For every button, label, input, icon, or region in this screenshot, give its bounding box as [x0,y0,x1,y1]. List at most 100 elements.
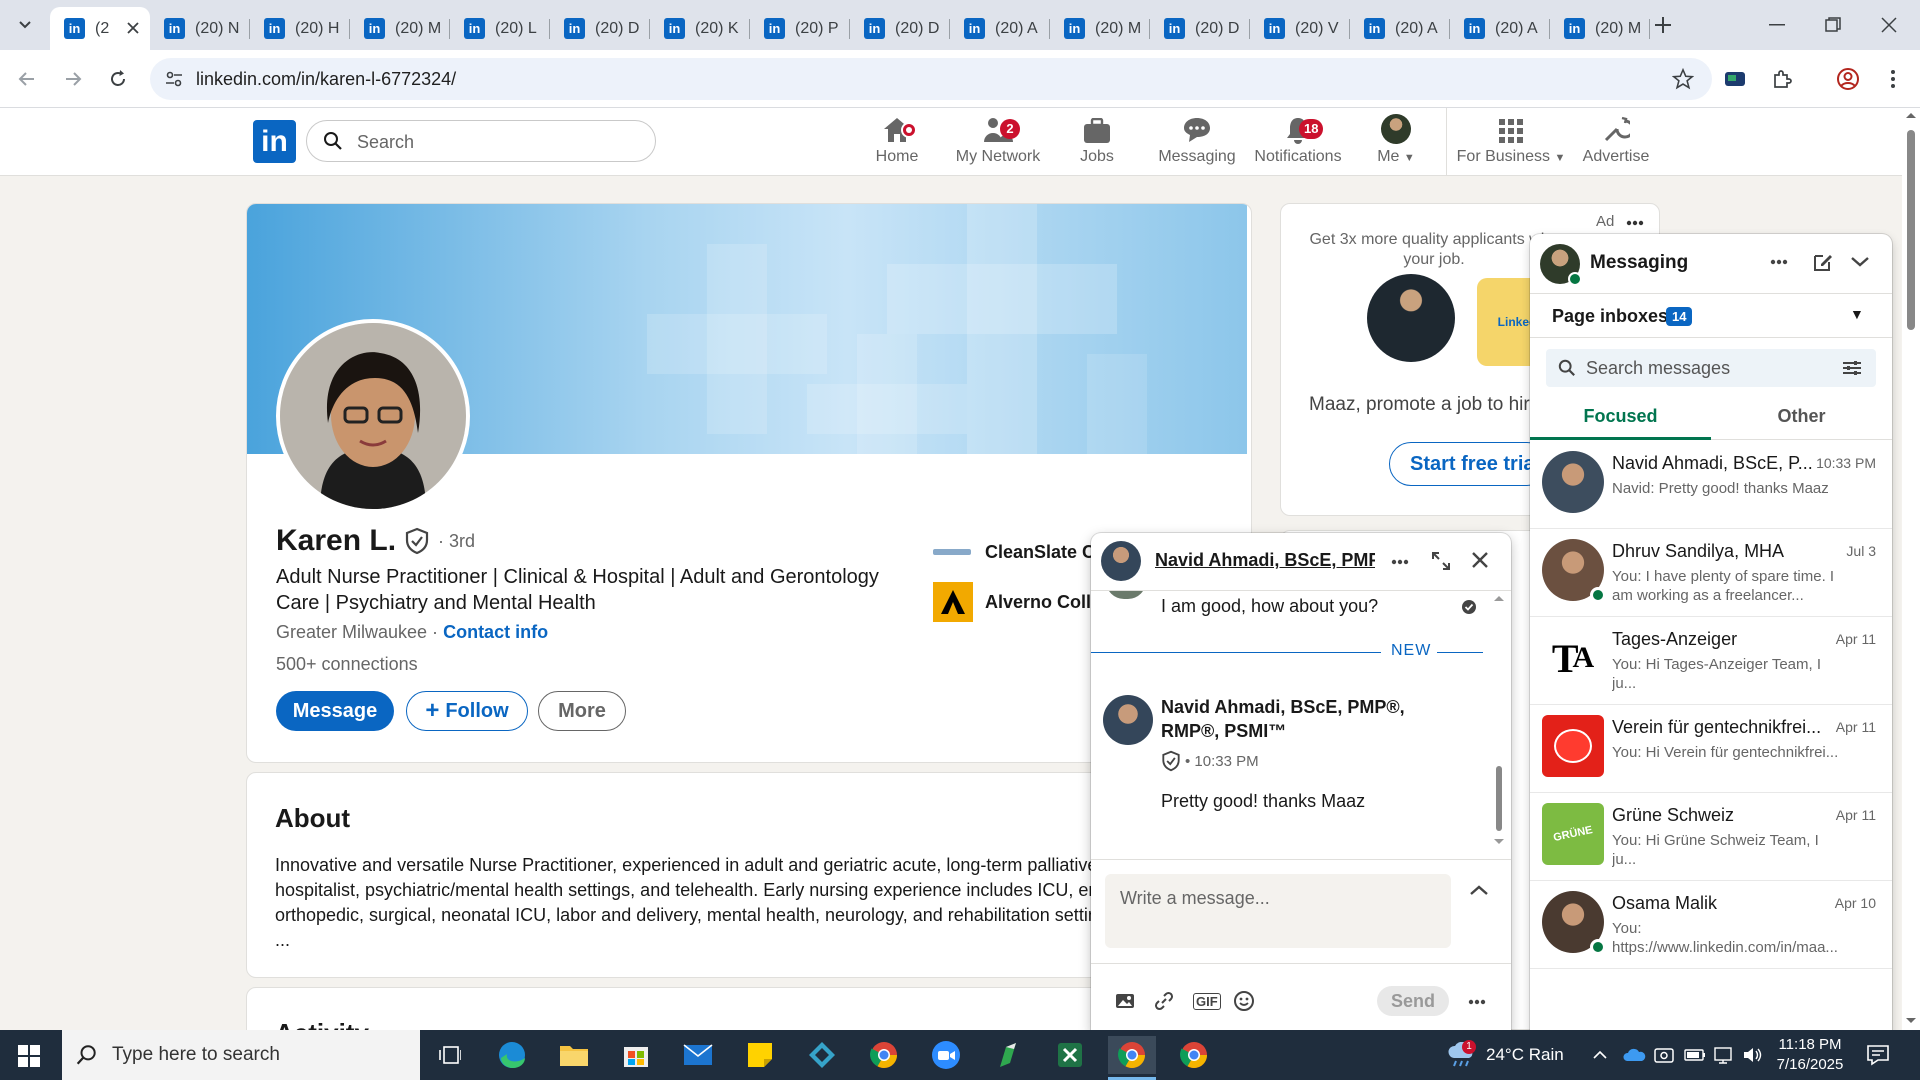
reload-button[interactable] [104,65,132,93]
conversation-item[interactable]: Verein für gentechnikfrei... Apr 11 You: H… [1530,705,1892,793]
zoom-icon[interactable] [922,1036,970,1074]
onedrive-icon[interactable] [1622,1030,1646,1080]
excel-icon[interactable] [1046,1036,1094,1074]
sticky-notes-icon[interactable] [736,1036,784,1074]
global-search-input[interactable]: Search [306,120,656,162]
browser-tab[interactable]: in (20) H [250,7,350,50]
page-inboxes-dropdown[interactable]: Page inboxes 14 ▼ [1530,294,1892,338]
tab-other[interactable]: Other [1711,396,1892,440]
filter-icon[interactable] [1842,360,1862,376]
address-bar[interactable]: linkedin.com/in/karen-l-6772324/ [150,58,1712,100]
experience-item[interactable]: CleanSlate Cer [933,532,1112,572]
network-icon[interactable] [1714,1030,1736,1080]
screen-capture-icon[interactable] [1654,1030,1674,1080]
site-info-icon[interactable] [164,69,184,89]
page-scrollbar[interactable] [1902,108,1920,1030]
browser-tab[interactable]: in (20) N [150,7,250,50]
collapse-chevron-icon[interactable] [1850,254,1870,268]
linkedin-logo[interactable]: in [253,120,296,163]
browser-tab[interactable]: in (20) D [850,7,950,50]
sender-name[interactable]: Navid Ahmadi, BScE, PMP®, RMP®, PSMI™ [1161,695,1461,743]
message-button[interactable]: Message [276,691,394,731]
extensions-puzzle-icon[interactable] [1769,66,1795,92]
app-pen-icon[interactable] [984,1036,1032,1074]
verified-shield-icon[interactable] [404,527,430,555]
battery-icon[interactable] [1684,1030,1706,1080]
chrome-icon[interactable] [860,1036,908,1074]
weather-widget[interactable]: 1 24°C Rain [1446,1030,1564,1080]
nav-for-business[interactable]: For Business ▼ [1452,114,1570,172]
messaging-header[interactable]: Messaging [1530,234,1892,294]
gif-icon[interactable]: GIF [1193,993,1221,1010]
app-diamond-icon[interactable] [798,1036,846,1074]
close-window-button[interactable] [1874,12,1904,38]
tab-focused[interactable]: Focused [1530,396,1711,440]
send-options-icon[interactable] [1468,999,1486,1005]
new-tab-button[interactable] [1650,12,1676,38]
microsoft-store-icon[interactable] [612,1036,660,1074]
back-button[interactable] [13,65,41,93]
browser-tab[interactable]: in (20) M [350,7,450,50]
browser-tab[interactable]: in (20) M [1050,7,1150,50]
nav-my-network[interactable]: My Network 2 [948,114,1048,172]
show-hidden-icons-chevron-icon[interactable] [1592,1030,1608,1080]
browser-tab[interactable]: in (20) L [450,7,550,50]
edge-icon[interactable] [488,1036,536,1074]
compose-icon[interactable] [1812,251,1834,273]
chrome-menu-icon[interactable] [1880,66,1906,92]
messaging-scrollbar[interactable] [1878,234,1890,1034]
emoji-icon[interactable] [1233,990,1255,1012]
taskbar-search-box[interactable]: Type here to search [62,1030,420,1080]
tab-search-chevron-icon[interactable] [14,14,36,36]
browser-tab[interactable]: in (20) P [750,7,850,50]
expand-icon[interactable] [1431,551,1451,571]
bookmark-star-icon[interactable] [1672,68,1694,90]
profile-icon[interactable] [1835,66,1861,92]
nav-me[interactable]: Me ▼ [1346,114,1446,172]
nav-advertise[interactable]: Advertise [1566,114,1666,172]
file-explorer-icon[interactable] [550,1036,598,1074]
more-button[interactable]: More [538,691,626,731]
follow-button[interactable]: + Follow [406,691,528,731]
url-text[interactable]: linkedin.com/in/karen-l-6772324/ [196,69,456,90]
connections-count[interactable]: 500+ connections [276,654,418,675]
expand-input-chevron-icon[interactable] [1469,883,1489,897]
chat-header[interactable]: Navid Ahmadi, BScE, PMP... [1091,533,1511,591]
attach-link-icon[interactable] [1154,991,1174,1011]
nav-home[interactable]: Home [847,114,947,172]
browser-tab[interactable]: in (20) A [1350,7,1450,50]
chrome-profile-icon[interactable] [1170,1036,1218,1074]
clock[interactable]: 11:18 PM 7/16/2025 [1770,1030,1850,1080]
experience-item[interactable]: Alverno Colleg [933,582,1112,622]
windows-start-icon[interactable] [18,1045,40,1067]
browser-tab[interactable]: in (20) M [1550,7,1650,50]
browser-tab[interactable]: in (20) D [1150,7,1250,50]
browser-tab[interactable]: in (20) A [950,7,1050,50]
notification-center-icon[interactable] [1866,1030,1890,1080]
task-view-icon[interactable] [426,1036,474,1074]
conversation-item[interactable]: GRÜNE Grüne Schweiz Apr 11 You: Hi Grüne Sc… [1530,793,1892,881]
browser-tab[interactable]: in (20) A [1450,7,1550,50]
nav-notifications[interactable]: Notifications 18 [1247,114,1349,172]
browser-tab[interactable]: in (20) V [1250,7,1350,50]
conversation-item[interactable]: Osama Malik Apr 10 You: https://www.linked… [1530,881,1892,969]
browser-tab[interactable]: in (20) D [550,7,650,50]
ad-more-icon[interactable] [1626,220,1644,226]
forward-button[interactable] [59,65,87,93]
message-input[interactable]: Write a message... [1105,874,1451,948]
conversation-item[interactable]: Dhruv Sandilya, MHA Jul 3 You: I have plen… [1530,529,1892,617]
more-options-icon[interactable] [1391,559,1409,565]
conversation-item[interactable]: T A Tages-Anzeiger Apr 11 You: Hi Tages-Anze… [1530,617,1892,705]
extension-wallet-icon[interactable] [1722,66,1748,92]
volume-icon[interactable] [1742,1030,1764,1080]
chrome-active-icon[interactable] [1108,1036,1156,1080]
start-free-trial-button[interactable]: Start free trial [1389,442,1549,486]
nav-jobs[interactable]: Jobs [1047,114,1147,172]
search-messages-input[interactable]: Search messages [1546,349,1876,387]
contact-info-link[interactable]: Contact info [443,622,548,642]
conversation-item[interactable]: Navid Ahmadi, BScE, P... 10:33 PM Navid: P… [1530,441,1892,529]
restore-button[interactable] [1818,12,1848,38]
chat-title[interactable]: Navid Ahmadi, BScE, PMP... [1155,550,1375,571]
profile-photo[interactable] [276,319,470,513]
sender-avatar[interactable] [1103,695,1153,745]
